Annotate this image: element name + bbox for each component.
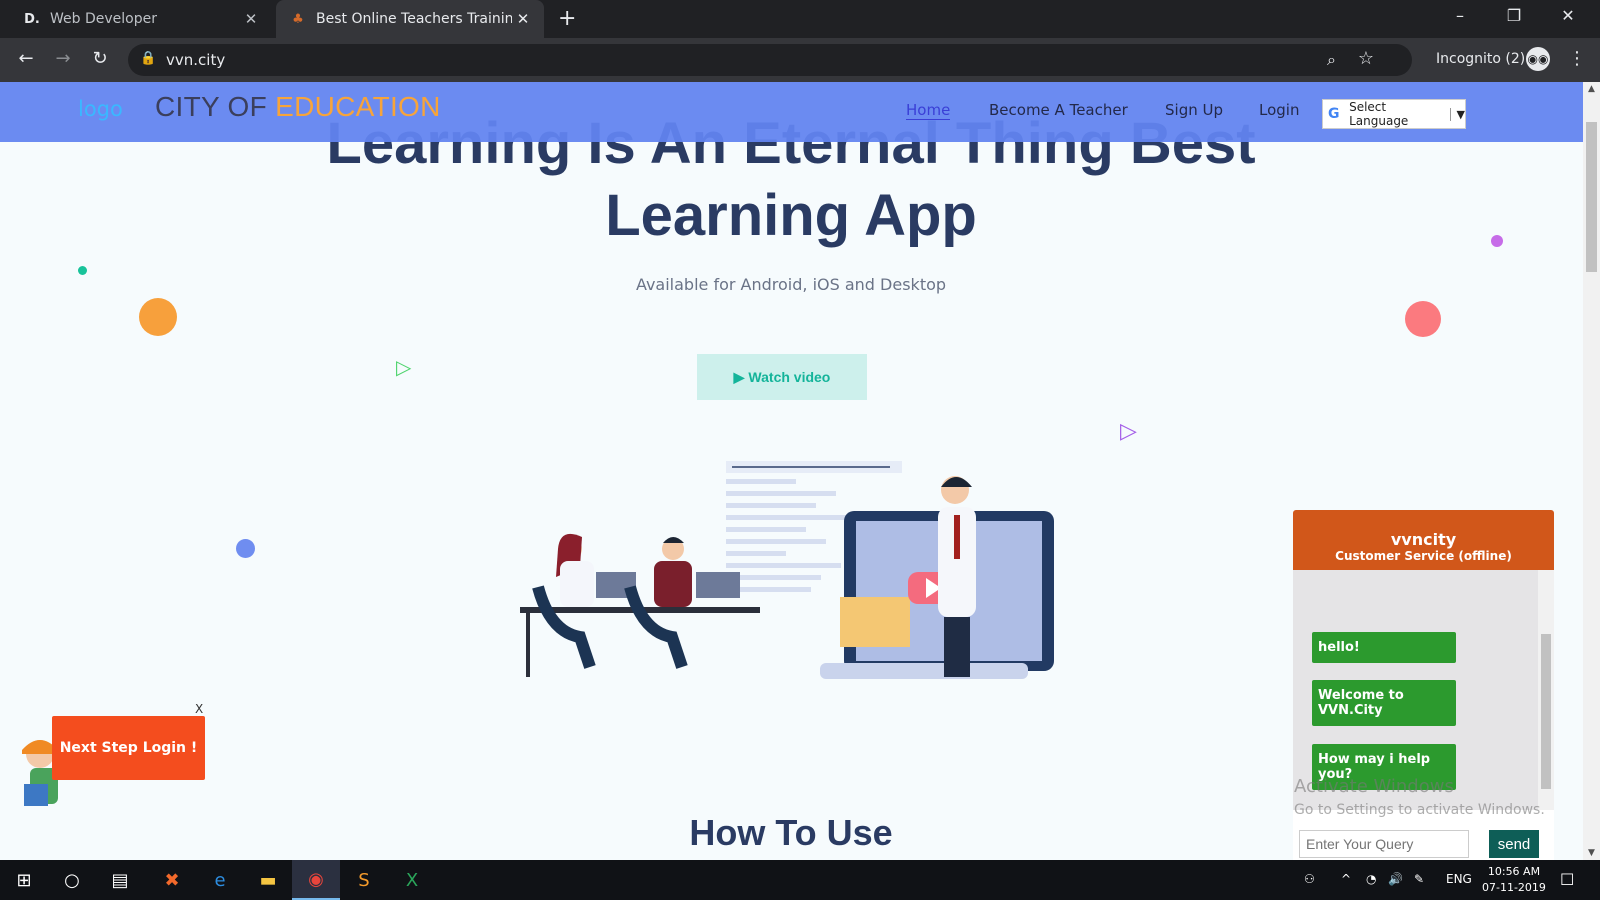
scroll-up-icon[interactable]: ▲ <box>1583 84 1600 94</box>
play-outline-icon: ▷ <box>396 355 412 379</box>
send-button[interactable]: send <box>1489 830 1539 858</box>
google-icon: G <box>1328 106 1340 122</box>
tab-title: Web Developer <box>50 11 157 27</box>
scroll-thumb[interactable] <box>1586 122 1597 272</box>
minimize-icon[interactable]: – <box>1436 6 1484 25</box>
chat-status: Customer Service (offline) <box>1335 549 1512 563</box>
browser-menu-icon[interactable]: ⋮ <box>1568 48 1586 69</box>
clock-date: 07-11-2019 <box>1482 881 1546 894</box>
volume-icon[interactable]: 🔊 <box>1388 872 1403 886</box>
watch-video-label: Watch video <box>748 369 831 385</box>
activate-windows-title: Activate Windows <box>1294 776 1454 797</box>
sublime-icon[interactable]: S <box>340 860 388 900</box>
chat-query-input[interactable] <box>1299 830 1469 858</box>
chat-scrollbar[interactable] <box>1538 570 1554 810</box>
incognito-label: Incognito (2) <box>1436 51 1526 67</box>
xampp-icon[interactable]: ✖ <box>148 860 196 900</box>
brand-highlight: EDUCATION <box>275 91 441 122</box>
back-icon[interactable]: ← <box>14 48 38 69</box>
url-text: vvn.city <box>166 51 226 69</box>
decor-dot <box>1405 301 1441 337</box>
nav-login[interactable]: Login <box>1259 101 1299 119</box>
network-icon[interactable]: ◔ <box>1366 872 1376 886</box>
hero-title-line-2: Learning App <box>605 183 977 248</box>
restore-icon[interactable]: ❐ <box>1490 6 1538 25</box>
tab-title: Best Online Teachers Training C <box>316 11 512 27</box>
window-close-icon[interactable]: ✕ <box>1544 6 1592 25</box>
play-outline-icon: ▷ <box>1120 419 1137 444</box>
nav-sign-up[interactable]: Sign Up <box>1165 101 1223 119</box>
hero-subtitle: Available for Android, iOS and Desktop <box>635 275 947 294</box>
file-explorer-icon[interactable]: ▬ <box>244 860 292 900</box>
activate-windows-hint: Go to Settings to activate Windows. <box>1294 802 1545 818</box>
site-navbar: logo CITY OF EDUCATION Home Become A Tea… <box>0 82 1583 142</box>
chat-header[interactable]: vvncity Customer Service (offline) <box>1293 510 1554 570</box>
decor-dot <box>1491 235 1503 247</box>
pen-icon[interactable]: ✎ <box>1414 872 1424 886</box>
brand-prefix: CITY OF <box>155 91 268 122</box>
lock-icon: 🔒 <box>140 51 157 66</box>
page-viewport: Learning Is An Eternal Thing Best Learni… <box>0 82 1583 860</box>
browser-toolbar: ← → ↻ 🔒 vvn.city ⌕ ☆ Incognito (2) ◉◉ ⋮ <box>0 38 1600 82</box>
language-select-label: Select Language <box>1349 100 1409 128</box>
cortana-search-icon[interactable]: ○ <box>48 860 96 900</box>
site-brand[interactable]: CITY OF EDUCATION <box>155 91 441 123</box>
forward-icon[interactable]: → <box>51 48 75 69</box>
decor-dot <box>78 266 87 275</box>
people-icon[interactable]: ⚇ <box>1304 872 1315 886</box>
decor-dot <box>236 539 255 558</box>
chat-message: hello! <box>1312 632 1456 663</box>
dropdown-arrow-icon: ▼ <box>1449 107 1465 121</box>
system-clock[interactable]: 10:56 AM 07-11-2019 <box>1482 864 1546 896</box>
nav-become-a-teacher[interactable]: Become A Teacher <box>989 101 1128 119</box>
bookmark-star-icon[interactable]: ☆ <box>1358 48 1374 69</box>
page-scrollbar[interactable]: ▲ ▼ <box>1583 82 1600 860</box>
browser-tab-strip: D. Web Developer ✕ ♣ Best Online Teacher… <box>0 0 1600 38</box>
scroll-down-icon[interactable]: ▼ <box>1583 848 1600 858</box>
incognito-icon[interactable]: ◉◉ <box>1526 47 1550 71</box>
decor-dot <box>139 298 177 336</box>
windows-taskbar: ⊞ ○ ▤ ✖ e ▬ ◉ S X ⚇ ^ ◔ 🔊 ✎ ENG 10:56 AM… <box>0 860 1600 900</box>
clock-time: 10:56 AM <box>1487 865 1541 878</box>
input-language[interactable]: ENG <box>1446 872 1472 886</box>
chat-messages: hello! Welcome to VVN.City How may i hel… <box>1293 570 1554 810</box>
notifications-icon[interactable]: ☐ <box>1560 870 1574 889</box>
close-icon[interactable]: ✕ <box>240 10 262 28</box>
task-view-icon[interactable]: ▤ <box>96 860 144 900</box>
address-bar[interactable]: 🔒 vvn.city ⌕ ☆ <box>128 44 1412 76</box>
tree-icon: ♣ <box>292 11 304 27</box>
hero-illustration <box>520 461 1054 679</box>
windows-start-icon[interactable]: ⊞ <box>0 860 48 900</box>
reload-icon[interactable]: ↻ <box>88 48 112 69</box>
chrome-icon[interactable]: ◉ <box>292 860 340 900</box>
language-select[interactable]: G Select Language ▼ <box>1322 99 1466 129</box>
chat-name: vvncity <box>1390 530 1457 549</box>
site-logo[interactable]: logo <box>78 97 123 121</box>
tab-teachers-training[interactable]: ♣ Best Online Teachers Training C ✕ <box>276 0 544 38</box>
tab-favicon: D. <box>24 11 40 27</box>
excel-icon[interactable]: X <box>388 860 436 900</box>
section-title: How To Use <box>689 812 893 853</box>
play-icon: ▶ <box>733 368 745 385</box>
edge-icon[interactable]: e <box>196 860 244 900</box>
watch-video-button[interactable]: ▶ Watch video <box>697 354 867 400</box>
close-icon[interactable]: ✕ <box>512 10 534 28</box>
chat-message: Welcome to VVN.City <box>1312 680 1456 726</box>
show-hidden-icons[interactable]: ^ <box>1341 872 1351 886</box>
next-step-login-popup[interactable]: Next Step Login ! <box>52 716 205 780</box>
zoom-icon[interactable]: ⌕ <box>1327 50 1336 70</box>
nav-home[interactable]: Home <box>906 101 951 120</box>
tab-web-developer[interactable]: D. Web Developer ✕ <box>10 0 272 38</box>
popup-close-icon[interactable]: X <box>195 702 203 716</box>
new-tab-button[interactable]: + <box>558 6 576 31</box>
